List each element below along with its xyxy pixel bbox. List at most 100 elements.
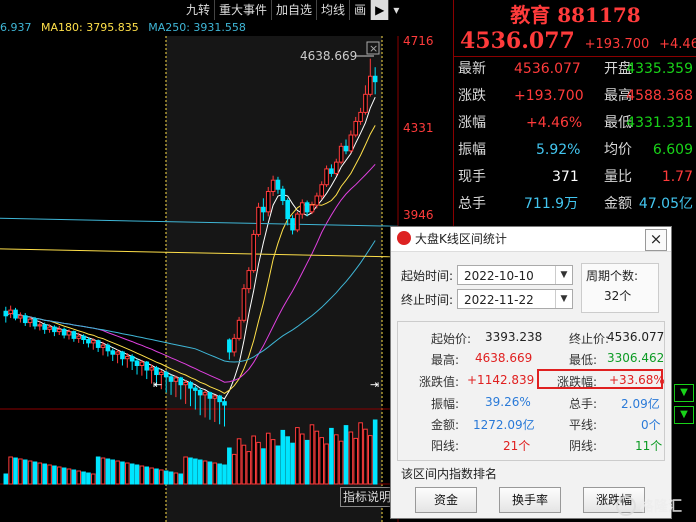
volume-bar (105, 458, 111, 485)
chevron-down-icon[interactable]: ▾ (389, 0, 403, 20)
candle-body (285, 200, 290, 220)
candle-body (222, 401, 227, 406)
up-count-label: 阳线: (431, 439, 460, 453)
row-label: 现手 (458, 169, 486, 185)
volume-bar (363, 428, 368, 485)
scroll-down-button[interactable]: ▼ (674, 406, 694, 424)
row-value: 6.609 (652, 142, 693, 158)
end-time-label: 终止时间: (401, 293, 454, 307)
toolbar-item-jiuzhuan[interactable]: 九转 (182, 0, 216, 20)
volume-bar (32, 461, 38, 485)
volume-bar (110, 459, 116, 485)
chart-toolbar: 九转 重大事件 加自选 均线 画 ▶ ▾ (182, 0, 400, 20)
volume-bar (324, 443, 329, 485)
candle-body (324, 168, 329, 186)
quote-row: 涨幅 +4.46% 最低 4331.331 (454, 110, 696, 137)
kline-chart[interactable]: 4716 4331 3946 4638.669 × ⇤ ⇥ (0, 36, 453, 522)
candle-body (270, 179, 276, 192)
rank-by-turnover-button[interactable]: 换手率 (499, 487, 561, 513)
last-price: 4536.077 (460, 28, 575, 54)
candle-body (280, 188, 286, 202)
dialog-titlebar[interactable]: 大盘K线区间统计 × (391, 227, 671, 252)
quote-row: 现手 371 量比 1.77 (454, 164, 696, 191)
candle-body (120, 351, 125, 360)
volume-bar (261, 448, 266, 485)
candle-body (144, 361, 150, 371)
row-value: 371 (552, 169, 579, 185)
flat-count-label: 平线: (569, 418, 598, 432)
candle-body (261, 206, 266, 213)
end-date-picker[interactable]: 2022-11-22 ▼ (457, 289, 573, 309)
chevron-down-icon[interactable]: ▼ (555, 266, 572, 284)
total-volume-value: 2.09亿 (621, 397, 660, 411)
candle-body (8, 309, 13, 315)
flat-count-value: 0个 (641, 418, 661, 432)
candle-body (110, 350, 116, 355)
candle-body (149, 367, 154, 371)
volume-bar (251, 435, 256, 485)
amount-value: 1272.09亿 (473, 418, 535, 432)
price-label-low: 3946 (403, 208, 434, 222)
indicator-help-button[interactable]: 指标说明 (340, 487, 394, 507)
candle-body (358, 111, 363, 122)
dialog-title: 大盘K线区间统计 (415, 232, 507, 246)
volume-bar (299, 433, 305, 485)
volume-bar (270, 439, 276, 485)
start-date-picker[interactable]: 2022-10-10 ▼ (457, 265, 573, 285)
volume-bar (290, 442, 295, 485)
candle-body (246, 270, 252, 290)
candle-body (275, 179, 281, 190)
candle-body (71, 331, 77, 339)
chevron-down-icon[interactable]: ▼ (555, 290, 572, 308)
toolbar-item-moving-average[interactable]: 均线 (317, 0, 351, 20)
skip-forward-icon[interactable]: ▶ (371, 0, 390, 20)
change-label: 涨跌值: (419, 375, 460, 389)
row-value: 4331.331 (626, 115, 693, 131)
row-value: +193.700 (514, 88, 584, 104)
volume-bar (86, 472, 91, 485)
candle-body (47, 326, 52, 330)
volume-bar (27, 460, 33, 485)
volume-bar (197, 459, 203, 485)
close-icon[interactable]: × (645, 229, 667, 251)
candle-body (368, 75, 373, 95)
watermark: 格隆汇 (616, 494, 694, 518)
volume-bar (343, 425, 349, 485)
start-price-value: 3393.238 (485, 330, 543, 344)
scroll-down-button[interactable]: ▼ (674, 384, 694, 402)
candle-body (178, 377, 184, 386)
candle-body (81, 335, 86, 341)
quote-row: 总手 711.9万 金额 47.05亿 (454, 191, 696, 218)
candle-body (363, 93, 368, 113)
price-label-mid: 4331 (403, 121, 434, 135)
candle-body (90, 340, 96, 344)
candle-body (3, 310, 9, 317)
volume-bar (309, 424, 315, 485)
volume-bar (207, 461, 213, 485)
toolbar-item-add-favorite[interactable]: 加自选 (272, 0, 318, 20)
candle-body (56, 328, 62, 333)
candle-body (256, 206, 261, 235)
candle-body (125, 355, 130, 360)
total-volume-label: 总手: (569, 397, 598, 411)
watermark-logo-icon (616, 496, 636, 516)
period-count-label: 周期个数: (586, 269, 639, 283)
row-value: 5.92% (536, 142, 581, 158)
volume-bar (149, 467, 154, 485)
candle-body (105, 344, 111, 352)
amplitude-label: 振幅: (431, 397, 460, 411)
amplitude-value: 39.26% (485, 395, 531, 409)
candle-body (52, 326, 57, 333)
low-label: 最低: (569, 353, 598, 367)
candle-body (319, 184, 324, 197)
volume-bar (100, 457, 106, 485)
change-pct-value: +33.68% (609, 373, 665, 387)
low-value: 3306.462 (607, 351, 665, 365)
candle-body (217, 395, 222, 403)
rank-by-capital-button[interactable]: 资金 (415, 487, 477, 513)
start-price-label: 起始价: (431, 332, 472, 346)
start-time-label: 起始时间: (401, 269, 454, 283)
candle-body (134, 360, 140, 366)
toolbar-item-draw[interactable]: 画 (350, 0, 372, 20)
toolbar-item-major-events[interactable]: 重大事件 (215, 0, 273, 20)
